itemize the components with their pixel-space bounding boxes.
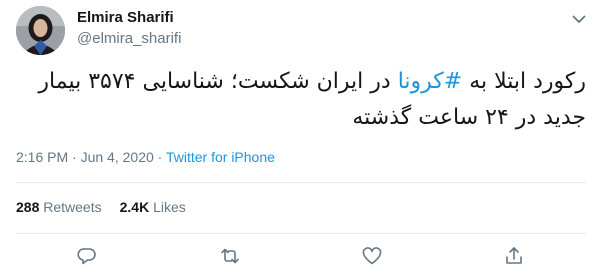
meta-separator: ·	[68, 149, 81, 165]
hashtag-link[interactable]: #کرونا	[398, 69, 463, 94]
avatar[interactable]	[16, 6, 65, 55]
display-name[interactable]: Elmira Sharifi	[77, 8, 174, 28]
tweet-card: Elmira Sharifi @elmira_sharifi رکورد ابت…	[0, 0, 602, 280]
likes-label: Likes	[153, 199, 186, 215]
retweets-count: 288	[16, 199, 40, 215]
divider	[16, 182, 586, 183]
tweet-actions	[0, 245, 602, 271]
tweet-text: رکورد ابتلا به #کرونا در ایران شکست؛ شنا…	[16, 64, 586, 136]
avatar-image	[16, 6, 65, 55]
tweet-text-before: رکورد ابتلا به	[462, 69, 586, 94]
tweet-source-link[interactable]: Twitter for iPhone	[166, 149, 275, 165]
tweet-date[interactable]: Jun 4, 2020	[81, 149, 154, 165]
tweet-stats: 288 Retweets 2.4K Likes	[16, 197, 186, 217]
retweets-stat[interactable]: 288 Retweets	[16, 199, 102, 215]
chevron-down-icon[interactable]	[570, 10, 588, 28]
tweet-meta: 2:16 PM · Jun 4, 2020 · Twitter for iPho…	[16, 147, 275, 167]
reply-icon[interactable]	[76, 245, 98, 267]
likes-count: 2.4K	[119, 199, 150, 215]
tweet-time[interactable]: 2:16 PM	[16, 149, 68, 165]
meta-separator: ·	[153, 149, 166, 165]
likes-stat[interactable]: 2.4K Likes	[120, 199, 186, 215]
user-handle[interactable]: @elmira_sharifi	[77, 29, 181, 49]
retweet-icon[interactable]	[219, 245, 241, 267]
share-icon[interactable]	[503, 245, 525, 267]
like-icon[interactable]	[361, 245, 383, 267]
retweets-label: Retweets	[43, 199, 102, 215]
divider	[16, 233, 586, 234]
